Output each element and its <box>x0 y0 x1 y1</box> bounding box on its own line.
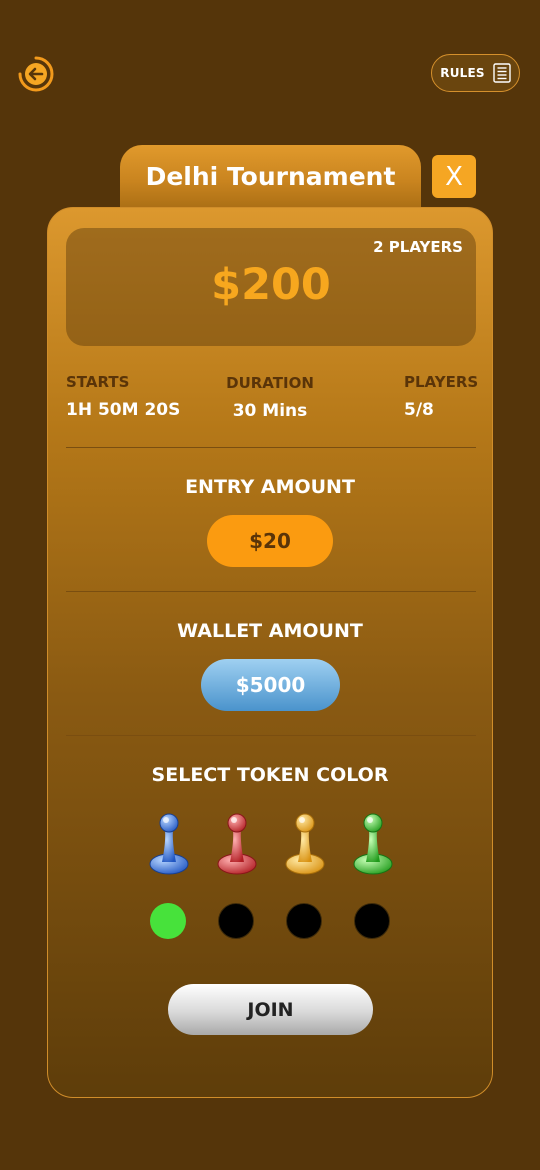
blue-token-icon[interactable] <box>148 812 190 876</box>
prize-amount: $200 <box>211 260 331 310</box>
tournament-panel: 2 PLAYERS $200 STARTS 1H 50M 20S DURATIO… <box>47 207 493 1098</box>
green-token-icon[interactable] <box>352 812 394 876</box>
tournament-title: Delhi Tournament <box>145 162 396 191</box>
prize-box: 2 PLAYERS $200 <box>66 228 476 346</box>
players-label: PLAYERS <box>404 373 479 391</box>
rules-button[interactable]: RULES <box>431 54 520 92</box>
select-token-title: SELECT TOKEN COLOR <box>151 764 389 786</box>
close-button[interactable]: X <box>432 155 476 198</box>
players-value: 5/8 <box>404 400 434 420</box>
token-radio-yellow[interactable] <box>286 903 322 939</box>
rules-label: RULES <box>440 66 485 80</box>
back-button[interactable] <box>17 55 55 93</box>
wallet-amount-pill: $5000 <box>201 659 340 711</box>
wallet-amount-title: WALLET AMOUNT <box>177 620 363 642</box>
players-stat: PLAYERS 5/8 <box>404 373 478 420</box>
red-token-icon[interactable] <box>216 812 258 876</box>
token-radio-blue-selected[interactable] <box>150 903 186 939</box>
divider <box>66 735 476 736</box>
token-radio-green[interactable] <box>354 903 390 939</box>
back-arrow-icon <box>18 56 54 92</box>
divider <box>66 591 476 592</box>
join-button[interactable]: JOIN <box>168 984 373 1035</box>
document-icon <box>493 63 511 83</box>
token-radio-red[interactable] <box>218 903 254 939</box>
entry-amount-pill: $20 <box>207 515 333 567</box>
divider <box>66 447 476 448</box>
yellow-token-icon[interactable] <box>284 812 326 876</box>
players-badge: 2 PLAYERS <box>373 238 463 256</box>
title-tab: Delhi Tournament <box>120 145 421 211</box>
entry-amount-title: ENTRY AMOUNT <box>185 476 355 498</box>
